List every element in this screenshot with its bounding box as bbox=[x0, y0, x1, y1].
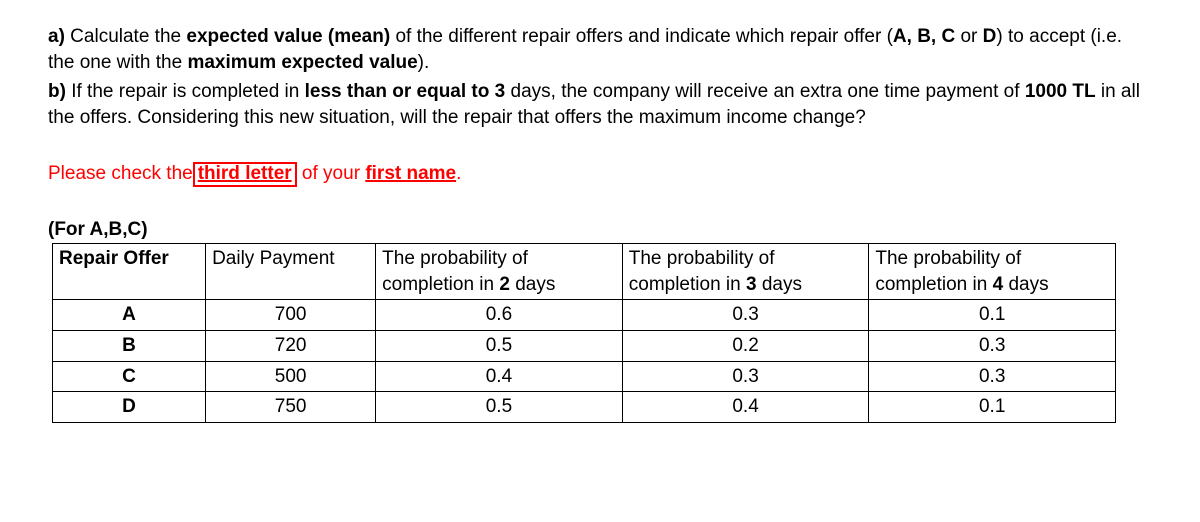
cell-offer: C bbox=[53, 361, 206, 392]
header-text: 3 bbox=[746, 274, 757, 295]
repair-offer-table: Repair Offer Daily Payment The probabili… bbox=[52, 243, 1116, 423]
text: of your bbox=[297, 163, 366, 184]
header-text: Daily Payment bbox=[212, 248, 335, 269]
header-text: 4 bbox=[993, 274, 1004, 295]
header-p2: The probability of completion in 2 days bbox=[376, 244, 623, 300]
cell-p4: 0.1 bbox=[869, 300, 1116, 331]
header-text: days bbox=[757, 274, 802, 295]
cell-p4: 0.3 bbox=[869, 361, 1116, 392]
table-header-row: Repair Offer Daily Payment The probabili… bbox=[53, 244, 1116, 300]
part-b-label: b) bbox=[48, 81, 66, 102]
text: ). bbox=[418, 52, 430, 73]
cell-p3: 0.3 bbox=[622, 300, 869, 331]
cell-offer: B bbox=[53, 331, 206, 362]
header-text: completion in bbox=[875, 274, 992, 295]
underlined-text: first name bbox=[365, 163, 456, 184]
cell-payment: 500 bbox=[206, 361, 376, 392]
table-row: B 720 0.5 0.2 0.3 bbox=[53, 331, 1116, 362]
boxed-text: third letter bbox=[193, 162, 297, 188]
cell-p3: 0.2 bbox=[622, 331, 869, 362]
cell-p3: 0.4 bbox=[622, 392, 869, 423]
header-text: The probability of bbox=[629, 246, 863, 272]
header-text: days bbox=[510, 274, 555, 295]
cell-payment: 700 bbox=[206, 300, 376, 331]
text-bold: expected value (mean) bbox=[186, 26, 390, 47]
text: . bbox=[456, 163, 461, 184]
text-bold: less than or equal to 3 bbox=[305, 81, 506, 102]
cell-p2: 0.4 bbox=[376, 361, 623, 392]
text-bold: A, B, C bbox=[893, 26, 955, 47]
cell-p4: 0.3 bbox=[869, 331, 1116, 362]
cell-p4: 0.1 bbox=[869, 392, 1116, 423]
table-label: (For A,B,C) bbox=[48, 217, 1152, 243]
text: or bbox=[955, 26, 982, 47]
text-bold: maximum expected value bbox=[187, 52, 417, 73]
header-text: The probability of bbox=[382, 246, 616, 272]
text-bold: 1000 TL bbox=[1025, 81, 1096, 102]
cell-payment: 750 bbox=[206, 392, 376, 423]
part-a-label: a) bbox=[48, 26, 65, 47]
text: of the different repair offers and indic… bbox=[390, 26, 893, 47]
question-part-b: b) If the repair is completed in less th… bbox=[48, 79, 1152, 130]
header-text: The probability of bbox=[875, 246, 1109, 272]
header-payment: Daily Payment bbox=[206, 244, 376, 300]
text: If the repair is completed in bbox=[66, 81, 305, 102]
cell-p2: 0.5 bbox=[376, 392, 623, 423]
text-bold: D bbox=[983, 26, 997, 47]
text: Please check the bbox=[48, 163, 193, 184]
question-part-a: a) Calculate the expected value (mean) o… bbox=[48, 24, 1152, 75]
text: Calculate the bbox=[65, 26, 186, 47]
header-text: completion in bbox=[629, 274, 746, 295]
header-offer: Repair Offer bbox=[53, 244, 206, 300]
header-p4: The probability of completion in 4 days bbox=[869, 244, 1116, 300]
cell-offer: A bbox=[53, 300, 206, 331]
instruction-line: Please check the third letter of your fi… bbox=[48, 161, 1152, 188]
table-row: D 750 0.5 0.4 0.1 bbox=[53, 392, 1116, 423]
cell-offer: D bbox=[53, 392, 206, 423]
table-row: C 500 0.4 0.3 0.3 bbox=[53, 361, 1116, 392]
cell-p2: 0.5 bbox=[376, 331, 623, 362]
header-text: 2 bbox=[499, 274, 510, 295]
header-text: Repair Offer bbox=[59, 248, 169, 269]
cell-p3: 0.3 bbox=[622, 361, 869, 392]
header-p3: The probability of completion in 3 days bbox=[622, 244, 869, 300]
header-text: completion in bbox=[382, 274, 499, 295]
cell-payment: 720 bbox=[206, 331, 376, 362]
cell-p2: 0.6 bbox=[376, 300, 623, 331]
text: days, the company will receive an extra … bbox=[505, 81, 1025, 102]
header-text: days bbox=[1003, 274, 1048, 295]
table-row: A 700 0.6 0.3 0.1 bbox=[53, 300, 1116, 331]
